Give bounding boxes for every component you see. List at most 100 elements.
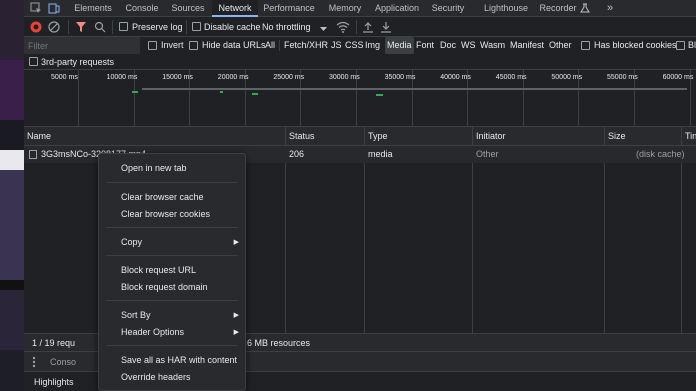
filter-type-ws[interactable]: WS bbox=[461, 37, 476, 54]
timeline-tick-label: 5000 ms bbox=[51, 74, 78, 81]
drawer-highlights[interactable]: Highlights bbox=[34, 372, 74, 391]
filter-type-all[interactable]: All bbox=[265, 37, 275, 54]
import-har-icon[interactable] bbox=[362, 21, 374, 35]
submenu-arrow-icon: ▶ bbox=[233, 329, 239, 336]
hide-data-urls-label: Hide data URLs bbox=[202, 40, 266, 50]
media-file-icon bbox=[29, 150, 37, 159]
clear-icon[interactable] bbox=[48, 21, 60, 35]
tab-lighthouse[interactable]: Lighthouse bbox=[482, 0, 530, 17]
menu-item-override-headers[interactable]: Override headers bbox=[99, 369, 245, 386]
timeline-overview[interactable]: 5000 ms 10000 ms 15000 ms 20000 ms 25000 ms 3… bbox=[24, 70, 696, 127]
third-party-label: 3rd-party requests bbox=[41, 57, 115, 67]
tab-console[interactable]: Console bbox=[122, 0, 162, 17]
disable-cache-checkbox[interactable] bbox=[192, 22, 201, 31]
tab-network[interactable]: Network bbox=[212, 0, 258, 17]
timeline-tick-label: 15000 ms bbox=[162, 74, 193, 81]
timeline-request-mark bbox=[252, 93, 258, 95]
timeline-tick-label: 50000 ms bbox=[551, 74, 583, 81]
tab-application[interactable]: Application bbox=[372, 0, 422, 17]
hide-data-urls-checkbox[interactable] bbox=[189, 41, 198, 50]
preserve-log-checkbox[interactable] bbox=[119, 22, 128, 31]
filter-type-font[interactable]: Font bbox=[416, 37, 434, 54]
menu-item-clear-browser-cookies[interactable]: Clear browser cookies bbox=[99, 206, 245, 223]
search-icon[interactable] bbox=[94, 21, 106, 35]
timeline-request-mark bbox=[376, 94, 383, 96]
network-toolbar: Preserve log Disable cache No throttling bbox=[24, 17, 696, 37]
has-blocked-cookies-label: Has blocked cookies bbox=[594, 40, 677, 50]
timeline-tick-label: 55000 ms bbox=[607, 74, 638, 81]
timeline-tick-label: 40000 ms bbox=[440, 74, 471, 81]
menu-item-copy[interactable]: Copy ▶ bbox=[99, 234, 245, 251]
menu-item-save-all-as-har[interactable]: Save all as HAR with content bbox=[99, 352, 245, 369]
filter-type-js[interactable]: JS bbox=[331, 37, 342, 54]
filter-type-fetch-xhr[interactable]: Fetch/XHR bbox=[284, 37, 328, 54]
preserve-log-label: Preserve log bbox=[132, 22, 183, 32]
invert-checkbox[interactable] bbox=[148, 41, 157, 50]
filter-type-wasm[interactable]: Wasm bbox=[480, 37, 505, 54]
submenu-arrow-icon: ▶ bbox=[233, 312, 239, 319]
tab-memory[interactable]: Memory bbox=[324, 0, 366, 17]
menu-item-open-in-new-tab[interactable]: Open in new tab bbox=[99, 160, 245, 177]
menu-item-sort-by[interactable]: Sort By ▶ bbox=[99, 307, 245, 324]
request-initiator: Other bbox=[476, 149, 499, 159]
filter-type-media[interactable]: Media bbox=[385, 37, 414, 54]
request-size: (disk cache) bbox=[636, 149, 685, 159]
menu-item-block-request-domain[interactable]: Block request domain bbox=[99, 279, 245, 296]
blocked-requests-checkbox[interactable] bbox=[676, 41, 685, 50]
more-tabs-button[interactable]: » bbox=[600, 0, 620, 17]
filter-input[interactable] bbox=[24, 37, 140, 54]
menu-item-block-request-url[interactable]: Block request URL bbox=[99, 262, 245, 279]
column-time-header[interactable]: Tin bbox=[682, 127, 696, 146]
drawer-menu-icon[interactable] bbox=[32, 356, 36, 370]
timeline-tick-label: 60000 ms bbox=[662, 74, 694, 81]
filter-type-other[interactable]: Other bbox=[549, 37, 572, 54]
tab-performance[interactable]: Performance bbox=[262, 0, 316, 17]
inspect-element-icon[interactable] bbox=[30, 2, 42, 14]
menu-item-clear-browser-cache[interactable]: Clear browser cache bbox=[99, 189, 245, 206]
device-toolbar-icon[interactable] bbox=[48, 2, 60, 14]
timeline-tick-label: 25000 ms bbox=[273, 74, 305, 81]
page-background-strip bbox=[0, 0, 24, 391]
blocked-requests-label: Bl bbox=[688, 40, 696, 50]
column-initiator-header[interactable]: Initiator bbox=[473, 127, 506, 146]
menu-item-header-options-label: Header Options bbox=[121, 327, 185, 337]
record-icon[interactable] bbox=[30, 21, 42, 35]
tab-elements[interactable]: Elements bbox=[70, 0, 116, 17]
menu-item-copy-label: Copy bbox=[121, 237, 143, 247]
throttling-select[interactable]: No throttling bbox=[262, 17, 311, 37]
invert-label: Invert bbox=[161, 40, 184, 50]
filter-bar: Invert Hide data URLs All Fetch/XHR JS C… bbox=[24, 37, 696, 54]
drawer-tab-console[interactable]: Conso bbox=[50, 352, 76, 372]
tab-recorder[interactable]: Recorder bbox=[538, 0, 578, 17]
tab-security[interactable]: Security bbox=[428, 0, 468, 17]
timeline-tick-label: 20000 ms bbox=[217, 74, 249, 81]
filter-type-img[interactable]: Img bbox=[365, 37, 380, 54]
filter-icon[interactable] bbox=[76, 21, 86, 35]
network-conditions-icon[interactable] bbox=[336, 21, 350, 35]
timeline-tick-label: 10000 ms bbox=[106, 74, 138, 81]
devtools-panel: Elements Console Sources Network Perform… bbox=[24, 0, 696, 391]
has-blocked-cookies-checkbox[interactable] bbox=[581, 41, 590, 50]
column-size-header[interactable]: Size bbox=[605, 127, 626, 146]
export-har-icon[interactable] bbox=[380, 21, 392, 35]
column-name-header[interactable]: Name bbox=[24, 127, 51, 146]
filter-type-manifest[interactable]: Manifest bbox=[510, 37, 544, 54]
column-status-header[interactable]: Status bbox=[286, 127, 315, 146]
third-party-row: 3rd-party requests bbox=[24, 54, 696, 70]
timeline-gridline bbox=[78, 70, 79, 127]
column-type-header[interactable]: Type bbox=[365, 127, 388, 146]
timeline-progress-bar bbox=[142, 88, 687, 90]
menu-item-header-options[interactable]: Header Options ▶ bbox=[99, 324, 245, 341]
chevron-down-icon[interactable] bbox=[320, 24, 327, 34]
filter-type-doc[interactable]: Doc bbox=[440, 37, 456, 54]
request-count: 1 / 19 requ bbox=[32, 338, 76, 348]
timeline-request-mark bbox=[220, 91, 223, 93]
submenu-arrow-icon: ▶ bbox=[233, 239, 239, 246]
devtools-tab-bar: Elements Console Sources Network Perform… bbox=[24, 0, 696, 17]
disable-cache-label: Disable cache bbox=[204, 22, 261, 32]
context-menu: Open in new tab Clear browser cache Clea… bbox=[98, 153, 246, 391]
third-party-checkbox[interactable] bbox=[29, 57, 38, 66]
filter-type-css[interactable]: CSS bbox=[345, 37, 364, 54]
requests-table-header: Name Status Type Initiator Size Tin bbox=[24, 127, 696, 146]
tab-sources[interactable]: Sources bbox=[168, 0, 208, 17]
